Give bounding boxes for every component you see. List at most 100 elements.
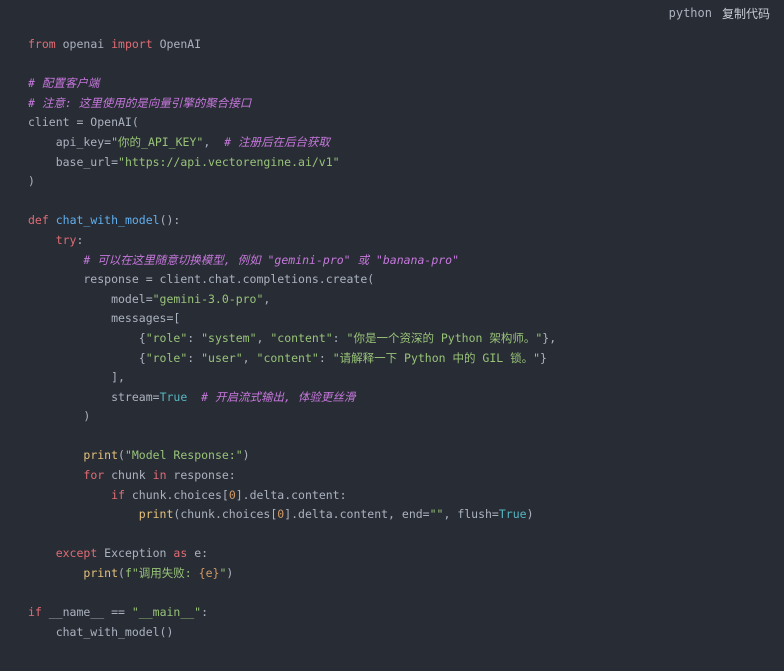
code-token: base_url= (28, 154, 119, 169)
code-token: : (318, 350, 333, 365)
code-token: : (332, 330, 347, 345)
code-token: # 可以在这里随意切换模型, 例如 "gemini-pro" 或 "banana… (83, 252, 460, 267)
code-token: ) (526, 507, 534, 522)
code-token: True (498, 507, 527, 522)
code-token: openai (55, 37, 112, 51)
code-line: print(chunk.choices[0].delta.content, en… (28, 505, 556, 525)
code-token: 0 (228, 487, 236, 502)
code-token: OpenAI (152, 37, 202, 51)
code-token: True (159, 389, 188, 404)
code-token: ) (242, 448, 250, 463)
code-token: except (55, 546, 98, 561)
code-token: print (138, 507, 174, 522)
code-block: python 复制代码 from openai import OpenAI # 配… (0, 0, 784, 671)
code-token: from (28, 37, 56, 51)
code-line: if __name__ == "__main__": (28, 603, 556, 623)
code-token: "user" (201, 350, 243, 365)
code-line: model="gemini-3.0-pro", (28, 290, 556, 310)
code-line: stream=True # 开启流式输出, 体验更丝滑 (28, 388, 556, 408)
code-token: as (173, 546, 188, 561)
code-token: # 配置客户端 (28, 76, 100, 91)
code-token: (): (159, 213, 181, 228)
code-content: from openai import OpenAI # 配置客户端 # 注意: 这里… (28, 35, 556, 642)
code-token: {e} (198, 566, 220, 581)
code-line: messages=[ (28, 309, 556, 329)
code-token: "https://api.vectorengine.ai/v1" (118, 154, 340, 169)
code-line: response = client.chat.completions.creat… (28, 270, 556, 290)
code-token: , flush= (443, 507, 499, 522)
code-token: __name__ == (41, 605, 132, 620)
code-token: response: (166, 468, 236, 483)
code-line: try: (28, 231, 556, 251)
code-line: for chunk in response: (28, 466, 556, 486)
code-token: , (256, 330, 271, 345)
code-token: if (28, 605, 42, 620)
code-line: ) (28, 172, 556, 192)
code-token: f"调用失败: (124, 566, 199, 581)
code-token: ( (118, 566, 125, 581)
code-token: "content" (270, 330, 333, 345)
code-line: # 配置客户端 (28, 74, 556, 94)
code-token: } (540, 350, 547, 365)
code-token: ( (118, 448, 125, 463)
code-line: client = OpenAI( (28, 113, 556, 133)
code-line: print("Model Response:") (28, 446, 556, 466)
code-line: {"role": "user", "content": "请解释一下 Pytho… (28, 349, 556, 369)
copy-code-button[interactable]: 复制代码 (722, 5, 770, 22)
code-token: # 注册后在后台获取 (224, 134, 330, 149)
code-token: chunk.choices[ (124, 487, 229, 502)
code-token: "gemini-3.0-pro" (152, 291, 264, 306)
code-token: "" (429, 507, 444, 522)
code-token: , (242, 350, 257, 365)
code-token: (chunk.choices[ (173, 507, 278, 522)
code-token: "你的_API_KEY" (111, 134, 204, 149)
code-token: messages=[ (28, 311, 181, 326)
code-token: chunk (104, 468, 153, 483)
code-token: , (203, 134, 225, 149)
code-token: : (201, 605, 209, 620)
code-token: ].delta.content, end= (284, 507, 430, 522)
code-token: chat_with_model() (28, 624, 174, 639)
code-line: from openai import OpenAI (28, 35, 556, 55)
code-line: if chunk.choices[0].delta.content: (28, 486, 556, 506)
code-token: stream= (28, 389, 160, 404)
code-token: "role" (145, 350, 188, 365)
code-token: in (152, 468, 167, 483)
code-token: chat_with_model (55, 213, 160, 228)
code-token: if (111, 487, 125, 502)
code-token: api_key= (28, 134, 112, 149)
code-token: }, (542, 330, 557, 345)
code-token: "你是一个资深的 Python 架构师。" (346, 330, 543, 345)
code-token: ) (226, 566, 234, 581)
code-token: print (83, 566, 119, 581)
code-token: , (263, 291, 271, 306)
code-token: import (111, 37, 153, 51)
code-line: api_key="你的_API_KEY", # 注册后在后台获取 (28, 133, 556, 153)
code-token: "__main__" (131, 605, 202, 620)
code-token: : (187, 330, 202, 345)
code-token: : (76, 232, 84, 247)
code-token: ) (28, 409, 91, 424)
code-token: # 注意: 这里使用的是向量引擎的聚合接口 (28, 95, 252, 110)
code-token: response = client.chat.completions.creat… (28, 272, 375, 287)
code-token: model= (28, 291, 153, 306)
code-token: "system" (201, 330, 257, 345)
code-token: try (55, 232, 77, 247)
language-label: python (668, 6, 712, 20)
code-line: # 注意: 这里使用的是向量引擎的聚合接口 (28, 94, 556, 114)
code-token: ].delta.content: (235, 487, 347, 502)
code-line: ) (28, 407, 556, 427)
code-token: ], (28, 370, 125, 385)
